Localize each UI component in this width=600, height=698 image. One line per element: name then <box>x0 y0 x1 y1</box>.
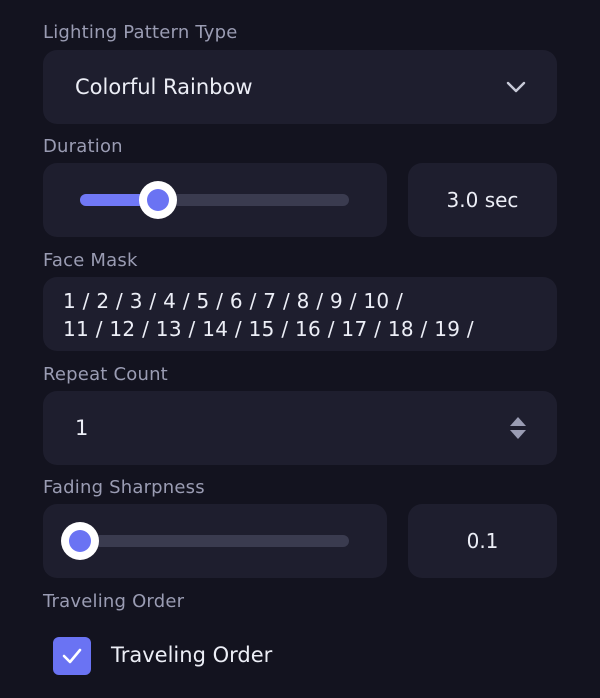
repeat-count-input[interactable]: 1 <box>43 391 557 465</box>
fading-slider-thumb[interactable] <box>61 522 99 560</box>
fading-value: 0.1 <box>466 529 499 553</box>
traveling-order-label: Traveling Order <box>43 591 185 612</box>
repeat-count-value: 1 <box>75 416 89 440</box>
fading-sharpness-label: Fading Sharpness <box>43 477 205 498</box>
traveling-order-checkbox-label[interactable]: Traveling Order <box>111 643 272 667</box>
face-mask-field[interactable]: 1 / 2 / 3 / 4 / 5 / 6 / 7 / 8 / 9 / 10 /… <box>43 277 557 351</box>
duration-slider-track[interactable] <box>80 181 349 219</box>
face-mask-label: Face Mask <box>43 250 138 271</box>
face-mask-line-2: 11 / 12 / 13 / 14 / 15 / 16 / 17 / 18 / … <box>63 317 474 341</box>
duration-label: Duration <box>43 136 123 157</box>
duration-slider-panel <box>43 163 387 237</box>
duration-slider-thumb[interactable] <box>139 181 177 219</box>
duration-value: 3.0 sec <box>446 188 519 212</box>
checkmark-icon <box>62 648 82 664</box>
fading-slider-panel <box>43 504 387 578</box>
lighting-pattern-label: Lighting Pattern Type <box>43 22 238 43</box>
fading-value-box[interactable]: 0.1 <box>408 504 557 578</box>
repeat-count-label: Repeat Count <box>43 364 168 385</box>
stepper-icon[interactable] <box>509 415 527 441</box>
lighting-pattern-select[interactable]: Colorful Rainbow <box>43 50 557 124</box>
face-mask-line-1: 1 / 2 / 3 / 4 / 5 / 6 / 7 / 8 / 9 / 10 / <box>63 289 404 313</box>
traveling-order-checkbox[interactable] <box>53 637 91 675</box>
fading-slider-track[interactable] <box>61 522 349 560</box>
chevron-down-icon <box>506 81 526 93</box>
duration-value-box[interactable]: 3.0 sec <box>408 163 557 237</box>
lighting-pattern-value: Colorful Rainbow <box>75 75 253 99</box>
